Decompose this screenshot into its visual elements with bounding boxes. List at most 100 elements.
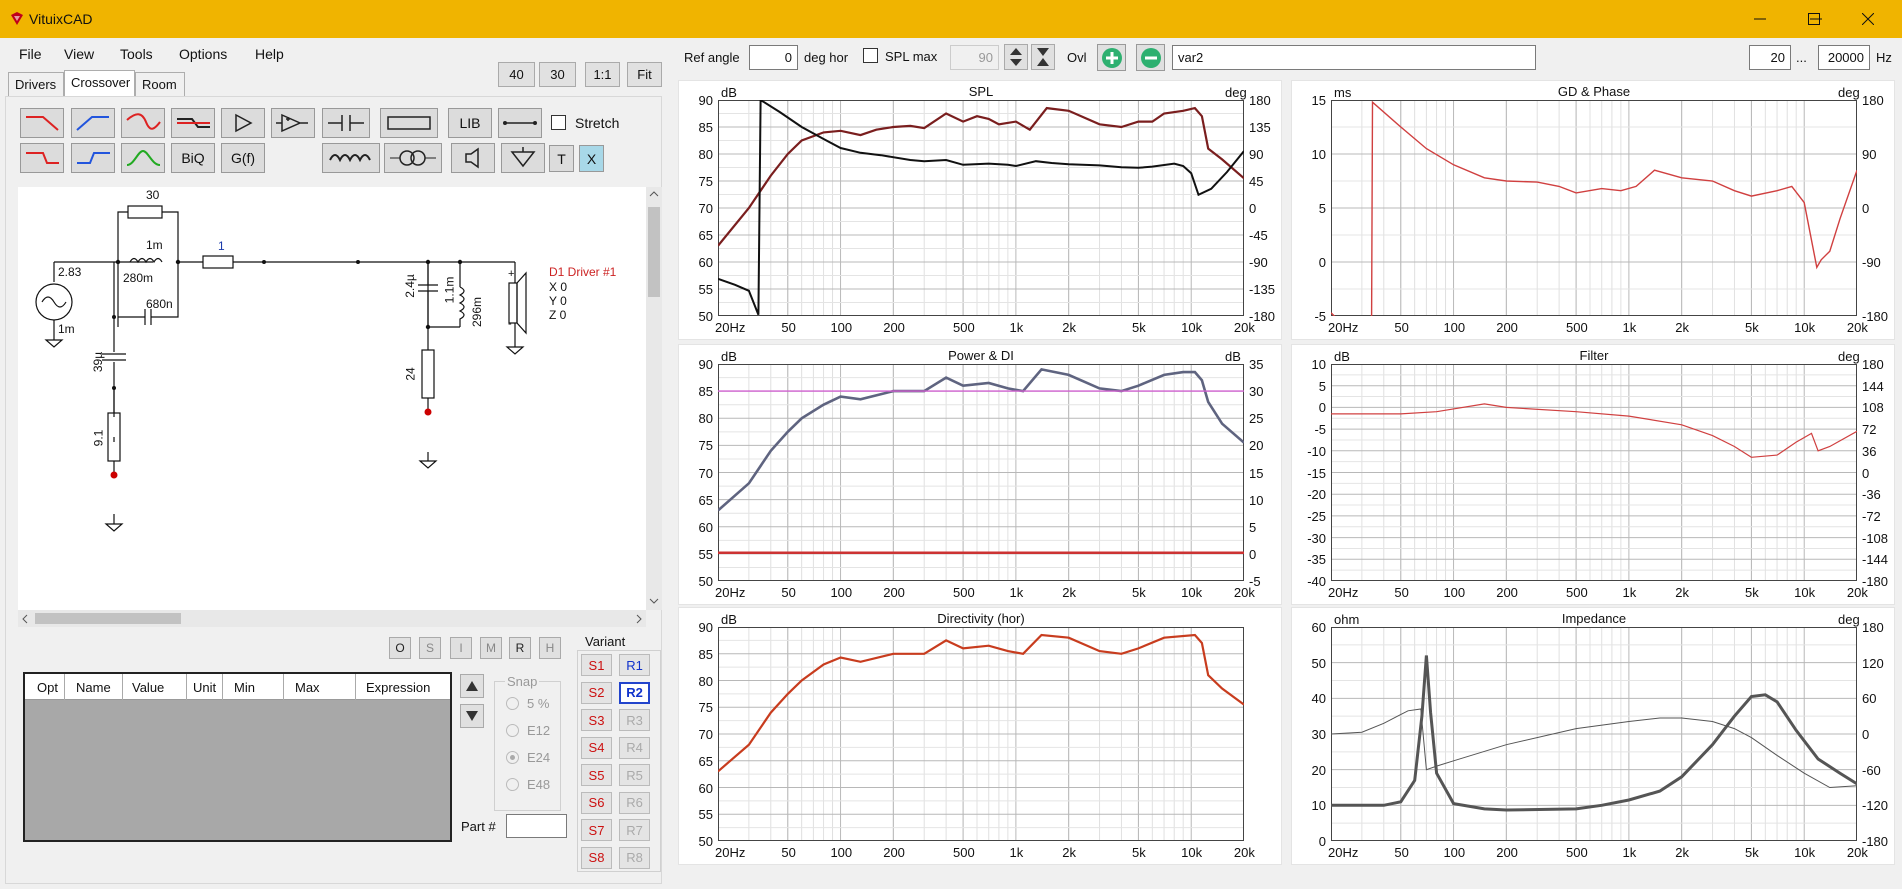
ground-tool[interactable] [501,143,545,173]
freq-min-input[interactable]: 20 [1749,45,1791,70]
variant-r1-button[interactable]: R1 [619,654,650,676]
capacitor-tool[interactable] [322,108,370,138]
spl-fit-button[interactable] [1031,44,1055,70]
shelf-tool[interactable] [171,108,215,138]
snap-5pct-radio[interactable] [506,697,519,710]
overlay-name-input[interactable]: var2 [1172,45,1536,70]
zoom-fit-button[interactable]: Fit [627,62,662,87]
spl-max-input[interactable]: 90 [950,45,999,70]
col-max[interactable]: Max [295,680,320,695]
tab-crossover[interactable]: Crossover [64,70,135,96]
opt-r-button[interactable]: R [509,637,531,659]
col-name[interactable]: Name [76,680,111,695]
variant-s4-button[interactable]: S4 [581,736,612,759]
variant-s1-button[interactable]: S1 [581,654,612,676]
chart-spl[interactable]: SPL dB deg 90 85 80 75 70 65 60 55 50 180 135 90 45 0 -45… [678,80,1282,340]
col-value[interactable]: Value [132,680,164,695]
snap-e24-radio[interactable] [506,751,519,764]
biquad-button[interactable]: BiQ [171,143,215,173]
highpass-1-tool[interactable] [71,108,115,138]
chart-gd[interactable]: GD & Phase ms deg 15 10 5 0 -5 180 90 0 -90 -180 20Hz… [1291,80,1895,340]
chart-imp[interactable]: Impedance ohm deg 60 50 40 30 20 10 0 180 120 60 0 -60… [1291,607,1895,865]
chart-dir[interactable]: Directivity (hor) dB 90 85 80 75 70 65 60 55 50 20H… [678,607,1282,865]
variant-r3-button[interactable]: R3 [619,709,650,731]
notch-tool[interactable] [121,108,165,138]
zoom-1to1-button[interactable]: 1:1 [585,62,620,87]
col-opt[interactable]: Opt [37,680,58,695]
snap-e48-radio[interactable] [506,778,519,791]
opt-o-button[interactable]: O [389,637,411,659]
freq-max-input[interactable]: 20000 [1818,45,1870,70]
opt-m-button[interactable]: M [480,637,502,659]
menu-view[interactable]: View [64,46,94,62]
menu-tools[interactable]: Tools [120,46,153,62]
snap-e12-radio[interactable] [506,724,519,737]
scroll-thumb[interactable] [648,207,660,297]
opt-i-button[interactable]: I [450,637,472,659]
chart-flt[interactable]: Filter dB deg 10 5 0 -5 -10 -15 -20 -25 -30 -35 -40 18… [1291,344,1895,605]
variant-r5-button[interactable]: R5 [619,764,650,786]
variant-s5-button[interactable]: S5 [581,764,612,786]
move-down-button[interactable] [460,704,484,728]
opt-s-button[interactable]: S [419,637,441,659]
transformer-tool[interactable] [384,143,442,173]
zoom-30-button[interactable]: 30 [539,62,576,87]
variant-r6-button[interactable]: R6 [619,791,650,814]
horizontal-scrollbar[interactable] [18,610,646,627]
col-min[interactable]: Min [234,680,255,695]
opt-h-button[interactable]: H [539,637,561,659]
schematic-canvas[interactable]: + - 30 1m 280m 680n 1 2.83 1m 39µ 9.1 2.… [18,187,646,610]
spl-max-checkbox[interactable] [863,48,878,63]
spl-spin-button[interactable] [1004,44,1028,70]
scroll-thumb[interactable] [35,613,181,624]
add-overlay-button[interactable] [1097,44,1126,71]
tab-drivers[interactable]: Drivers [8,72,64,96]
lowpass-2-tool[interactable] [20,143,64,173]
minimize-button[interactable] [1737,0,1783,38]
variant-r7-button[interactable]: R7 [619,819,650,841]
ref-angle-input[interactable]: 0 [749,45,798,70]
menu-file[interactable]: File [19,46,42,62]
delete-tool[interactable]: X [579,145,604,172]
scroll-right-icon[interactable] [635,614,643,624]
library-button[interactable]: LIB [448,108,492,138]
scroll-down-icon[interactable] [649,597,659,605]
variant-s6-button[interactable]: S6 [581,791,612,814]
variant-s2-button[interactable]: S2 [581,681,612,704]
driver-tool[interactable] [451,143,495,173]
variant-r2-button[interactable]: R2 [619,681,650,704]
close-button[interactable] [1845,0,1891,38]
menu-help[interactable]: Help [255,46,284,62]
variant-r8-button[interactable]: R8 [619,846,650,869]
text-tool[interactable]: T [549,145,574,172]
wire-tool[interactable] [498,108,542,138]
variant-s7-button[interactable]: S7 [581,819,612,841]
part-number-input[interactable] [506,814,567,838]
tab-room[interactable]: Room [135,72,185,96]
lowpass-1-tool[interactable] [20,108,64,138]
scroll-left-icon[interactable] [21,614,29,624]
menu-options[interactable]: Options [179,46,227,62]
driver-label[interactable]: D1 Driver #1 [549,265,616,279]
zoom-40-button[interactable]: 40 [498,62,535,87]
maximize-button[interactable] [1791,0,1837,38]
col-expression[interactable]: Expression [366,680,430,695]
gf-button[interactable]: G(f) [221,143,265,173]
col-unit[interactable]: Unit [193,680,216,695]
chart-pw[interactable]: Power & DI dB dB 90 85 80 75 70 65 60 55 50 35 30 25 20… [678,344,1282,605]
inductor-tool[interactable] [322,143,380,173]
scroll-up-icon[interactable] [649,190,659,198]
highpass-2-tool[interactable] [71,143,115,173]
variant-r4-button[interactable]: R4 [619,736,650,759]
remove-overlay-button[interactable] [1136,44,1165,71]
opamp-tool[interactable] [271,108,315,138]
stretch-checkbox[interactable] [551,115,566,130]
variant-s3-button[interactable]: S3 [581,709,612,731]
buffer-tool[interactable] [221,108,265,138]
bandpass-tool[interactable] [121,143,165,173]
resistor-tool[interactable] [380,108,438,138]
variant-s8-button[interactable]: S8 [581,846,612,869]
parameter-table[interactable]: Opt Name Value Unit Min Max Expression [23,672,452,842]
move-up-button[interactable] [460,674,484,698]
vertical-scrollbar[interactable] [646,187,662,610]
